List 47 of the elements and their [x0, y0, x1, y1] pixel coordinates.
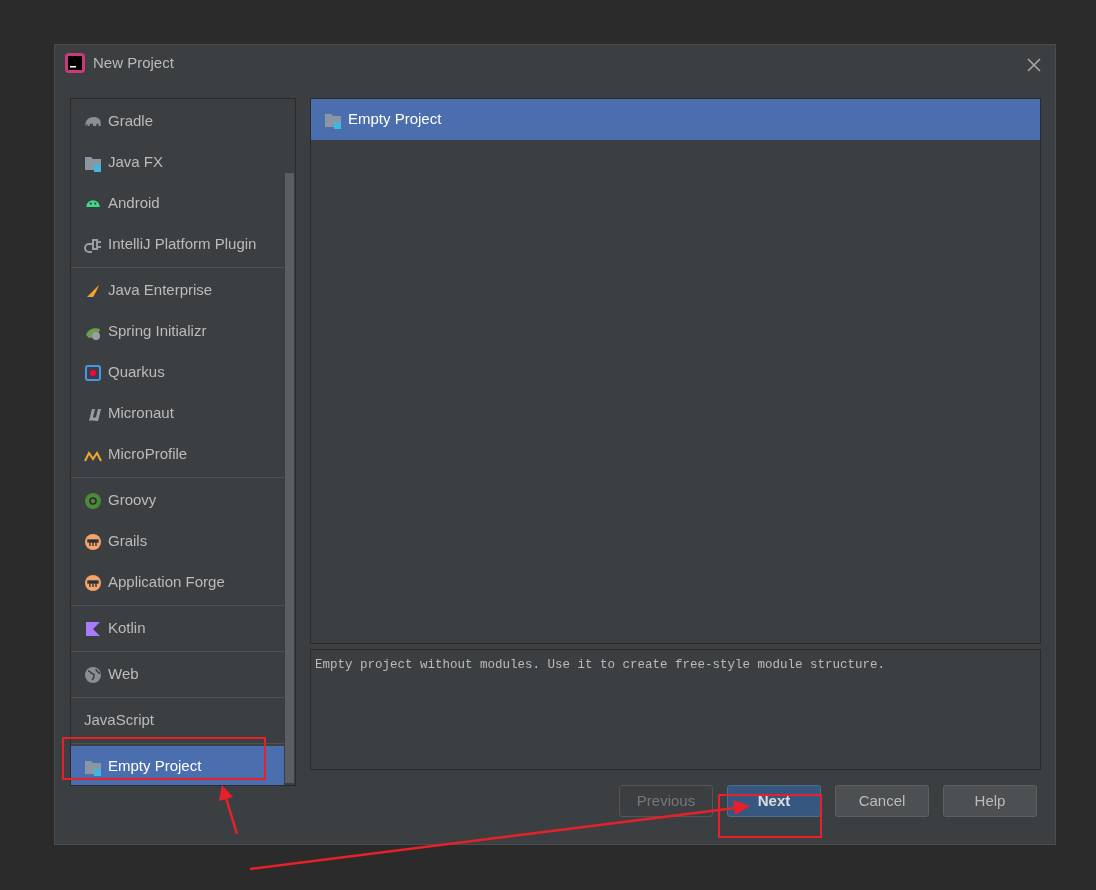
project-type-item[interactable]: Web	[71, 654, 284, 695]
item-label: Web	[108, 664, 139, 685]
item-label: Application Forge	[108, 572, 225, 593]
item-label: MicroProfile	[108, 444, 188, 465]
item-label: Groovy	[108, 490, 157, 511]
item-label: Android	[108, 193, 160, 214]
dialog-button[interactable]: Help	[943, 785, 1037, 817]
window-title: New Project	[93, 52, 174, 73]
close-icon	[1027, 57, 1041, 72]
description-text: Empty project without modules. Use it to create free-style module structure.	[310, 648, 1041, 770]
project-type-item[interactable]: IntelliJ Platform Plugin	[71, 224, 284, 265]
item-label: Java Enterprise	[108, 280, 213, 301]
project-type-item[interactable]: JavaScript	[71, 700, 284, 741]
project-type-item[interactable]: Groovy	[71, 480, 284, 521]
item-label: Grails	[108, 531, 148, 552]
template-item[interactable]: Empty Project	[311, 99, 1040, 140]
project-type-item[interactable]: Spring Initializr	[71, 311, 284, 352]
item-label: Empty Project	[108, 756, 202, 777]
quarkus-icon	[84, 363, 102, 382]
cup-icon	[84, 573, 102, 592]
project-type-item[interactable]: Grails	[71, 521, 284, 562]
item-label: Gradle	[108, 111, 154, 132]
item-label: Spring Initializr	[108, 321, 207, 342]
project-type-item[interactable]: Micronaut	[71, 393, 284, 434]
project-type-item[interactable]: Empty Project	[71, 746, 284, 785]
project-type-item[interactable]: Application Forge	[71, 562, 284, 603]
kotlin-icon	[84, 619, 102, 638]
item-label: IntelliJ Platform Plugin	[108, 234, 257, 255]
item-label: Kotlin	[108, 618, 146, 639]
item-label: Quarkus	[108, 362, 165, 383]
project-type-item[interactable]: MicroProfile	[71, 434, 284, 475]
project-type-item[interactable]: Java FX	[71, 142, 284, 183]
item-label: Empty Project	[348, 109, 442, 130]
gradle-elephant-icon	[84, 116, 102, 127]
globe-icon	[84, 665, 102, 684]
dialog-button[interactable]: Cancel	[835, 785, 929, 817]
item-label: Micronaut	[108, 403, 174, 424]
app-logo-icon	[65, 53, 85, 73]
project-type-item[interactable]: Java Enterprise	[71, 270, 284, 311]
project-type-item[interactable]: Gradle	[71, 101, 284, 142]
item-label: Java FX	[108, 152, 164, 173]
project-type-item[interactable]: Kotlin	[71, 608, 284, 649]
project-type-item[interactable]: Android	[71, 183, 284, 224]
android-icon	[85, 199, 101, 208]
project-type-item[interactable]: Quarkus	[71, 352, 284, 393]
cup-icon	[84, 532, 102, 551]
annotation-arrow	[219, 785, 239, 835]
